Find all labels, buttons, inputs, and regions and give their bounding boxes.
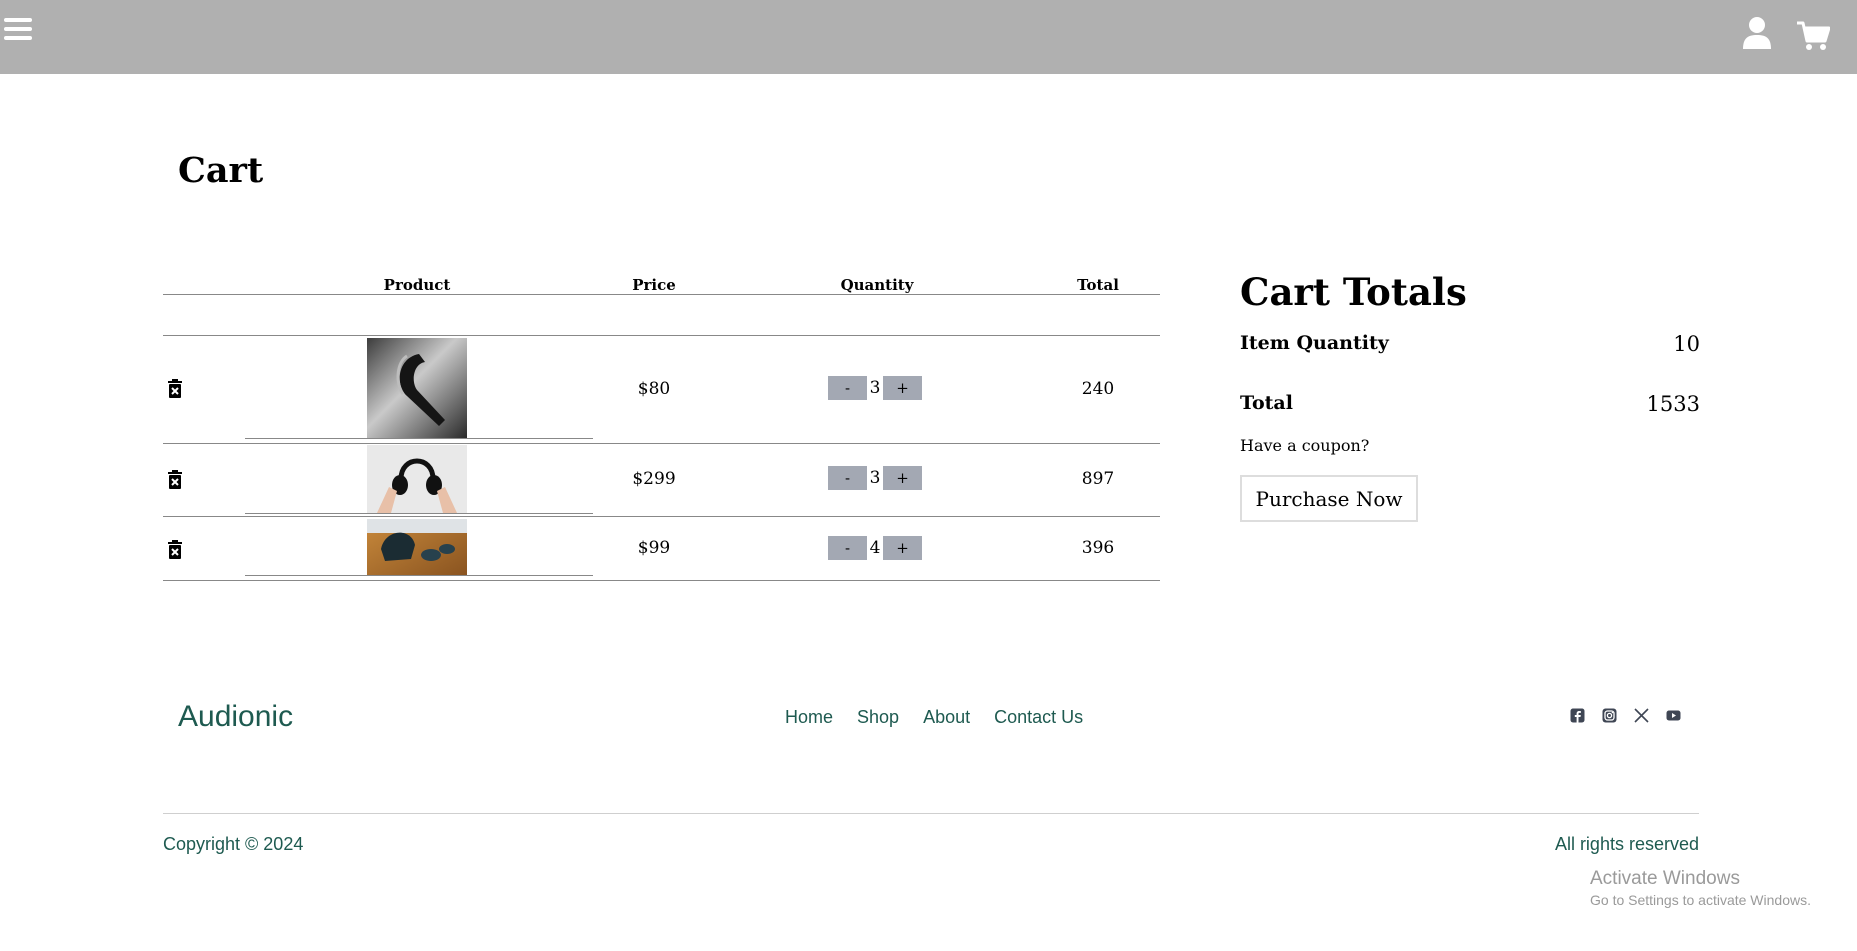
increase-quantity-button[interactable]: + [883,536,922,560]
column-header-product: Product [383,276,451,294]
row-total-cell: 396 [1081,538,1115,558]
row-total-cell: 897 [1081,469,1115,489]
price-cell: $99 [637,538,671,558]
page-title: Cart [178,150,264,191]
user-icon[interactable] [1742,16,1772,50]
table-row: $299 - 3 + 897 [163,444,1160,516]
cell-divider [245,513,593,514]
footer-link-home[interactable]: Home [785,707,833,728]
top-nav-bar [0,0,1857,74]
increase-quantity-button[interactable]: + [883,466,922,490]
row-total-cell: 240 [1081,379,1115,399]
watermark-subtitle: Go to Settings to activate Windows. [1590,892,1811,908]
copyright-text: Copyright © 2024 [163,834,304,854]
header-divider [163,294,1160,295]
product-image[interactable] [367,445,467,513]
hamburger-icon[interactable] [4,18,32,40]
table-row: $99 - 4 + 396 [163,518,1160,580]
decrease-quantity-button[interactable]: - [828,376,867,400]
purchase-now-button[interactable]: Purchase Now [1240,475,1418,522]
column-header-quantity: Quantity [840,276,914,294]
cell-divider [245,575,593,576]
quantity-stepper: - 3 + [828,466,922,490]
trash-icon[interactable] [167,540,183,559]
trash-icon[interactable] [167,379,183,398]
increase-quantity-button[interactable]: + [883,376,922,400]
cell-divider [245,438,593,439]
watermark-title: Activate Windows [1590,868,1740,889]
social-links [1570,708,1681,723]
table-row: $80 - 3 + 240 [163,337,1160,445]
quantity-value: 3 [869,378,881,398]
total-value: 1533 [1646,392,1700,416]
row-divider [163,516,1160,517]
footer-link-contact-us[interactable]: Contact Us [994,707,1083,728]
footer-brand-logo[interactable]: Audionic [178,700,293,734]
decrease-quantity-button[interactable]: - [828,536,867,560]
shopping-cart-icon[interactable] [1796,20,1830,52]
quantity-value: 3 [869,468,881,488]
instagram-icon[interactable] [1602,708,1617,723]
quantity-value: 4 [869,538,881,558]
product-image[interactable] [367,519,467,575]
row-divider [163,580,1160,581]
decrease-quantity-button[interactable]: - [828,466,867,490]
youtube-icon[interactable] [1666,708,1681,723]
footer-divider [163,813,1699,814]
quantity-stepper: - 3 + [828,376,922,400]
column-header-total: Total [1077,276,1119,294]
rights-text: All rights reserved [1554,834,1699,854]
total-label: Total [1240,392,1293,414]
facebook-icon[interactable] [1570,708,1585,723]
cart-totals-title: Cart Totals [1240,270,1467,314]
footer-link-shop[interactable]: Shop [857,707,899,728]
header-divider [163,335,1160,336]
coupon-link[interactable]: Have a coupon? [1240,436,1369,455]
trash-icon[interactable] [167,470,183,489]
quantity-stepper: - 4 + [828,536,922,560]
footer-nav: Home Shop About Contact Us [785,707,1083,728]
x-twitter-icon[interactable] [1634,708,1649,723]
product-image[interactable] [367,338,467,438]
activation-watermark: Activate Windows Go to Settings to activ… [1590,868,1811,908]
item-quantity-label: Item Quantity [1240,332,1389,354]
price-cell: $299 [632,469,676,489]
price-cell: $80 [637,379,671,399]
item-quantity-value: 10 [1673,332,1700,356]
footer-link-about[interactable]: About [923,707,970,728]
column-header-price: Price [632,276,676,294]
